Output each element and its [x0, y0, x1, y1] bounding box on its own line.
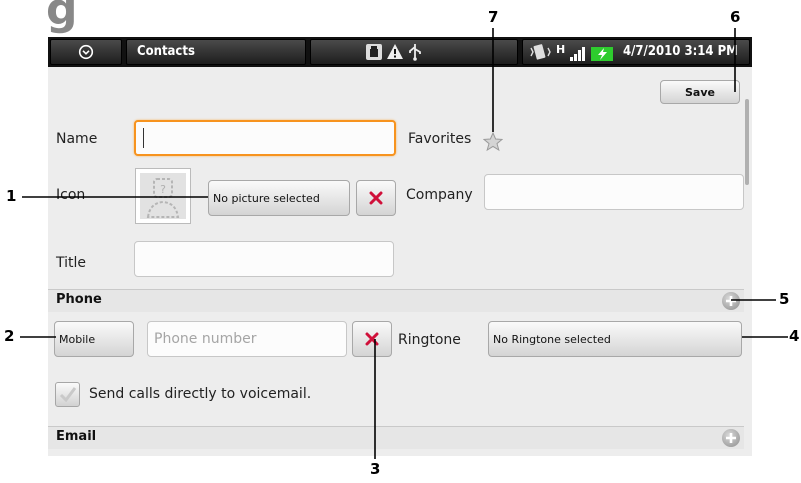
favorites-label: Favorites — [408, 131, 472, 147]
signal-strength-icon — [570, 47, 585, 61]
notification-area[interactable] — [310, 39, 518, 65]
add-email-button[interactable] — [722, 429, 740, 447]
phone-section-title: Phone — [56, 292, 102, 307]
title-label: Title — [56, 255, 87, 271]
callout-4: 4 — [789, 327, 800, 345]
phone-type-label: Mobile — [59, 332, 96, 346]
save-button[interactable]: Save — [660, 80, 740, 104]
plus-icon — [726, 433, 736, 443]
contact-edit-screen: Save Name Favorites Icon ? No picture se… — [48, 67, 752, 456]
datetime: 4/7/2010 3:14 PM — [623, 44, 738, 59]
remove-picture-button[interactable] — [356, 180, 396, 216]
app-title: Contacts — [137, 44, 195, 59]
company-label: Company — [406, 187, 473, 203]
callout-5: 5 — [779, 290, 790, 308]
email-section-header: Email — [48, 426, 744, 449]
delete-x-icon — [365, 332, 379, 346]
phone-number-placeholder: Phone number — [154, 331, 257, 347]
status-bar: Contacts H 4/7/2010 3:14 PM — [48, 37, 752, 67]
callout-7: 7 — [488, 8, 499, 26]
voicemail-checkbox[interactable] — [55, 382, 80, 407]
ringtone-label: Ringtone — [398, 332, 461, 348]
contact-photo-placeholder[interactable]: ? — [135, 168, 191, 224]
remove-phone-button[interactable] — [352, 321, 392, 357]
phone-section-header: Phone — [48, 289, 744, 312]
company-field[interactable] — [484, 174, 744, 210]
warning-icon — [387, 44, 403, 59]
callout-2: 2 — [4, 327, 15, 345]
ringtone-select-label: No Ringtone selected — [493, 332, 611, 346]
name-label: Name — [56, 131, 98, 147]
checkmark-icon — [59, 387, 77, 403]
sd-card-icon — [366, 44, 382, 60]
callout-6: 6 — [730, 8, 741, 26]
menu-icon — [78, 44, 94, 60]
svg-text:?: ? — [160, 183, 166, 196]
corner-glyph: g — [46, 0, 78, 35]
name-field[interactable] — [134, 120, 396, 156]
app-title-segment: Contacts — [126, 39, 306, 65]
add-phone-button[interactable] — [722, 292, 740, 310]
phone-number-field[interactable]: Phone number — [147, 321, 347, 357]
menu-button[interactable] — [50, 39, 122, 65]
battery-charging-icon — [591, 47, 613, 61]
system-tray[interactable]: H 4/7/2010 3:14 PM — [522, 39, 750, 65]
picture-select-button[interactable]: No picture selected — [208, 180, 350, 216]
email-section-title: Email — [56, 429, 97, 444]
unknown-person-icon: ? — [140, 173, 186, 219]
phone-type-button[interactable]: Mobile — [54, 321, 134, 357]
callout-1: 1 — [6, 187, 17, 205]
text-cursor — [143, 128, 144, 148]
delete-x-icon — [369, 191, 383, 205]
network-type-icon: H — [556, 43, 566, 56]
voicemail-label: Send calls directly to voicemail. — [89, 386, 312, 402]
plus-icon — [726, 296, 736, 306]
ringtone-select-button[interactable]: No Ringtone selected — [488, 321, 742, 357]
usb-icon — [409, 44, 421, 61]
save-button-label: Save — [685, 85, 715, 99]
scrollbar[interactable] — [745, 99, 749, 185]
callout-3: 3 — [370, 460, 381, 478]
icon-label: Icon — [56, 187, 86, 203]
star-icon[interactable] — [483, 132, 503, 152]
title-field[interactable] — [134, 241, 394, 277]
vibrate-icon — [530, 44, 551, 60]
picture-select-label: No picture selected — [213, 191, 320, 205]
